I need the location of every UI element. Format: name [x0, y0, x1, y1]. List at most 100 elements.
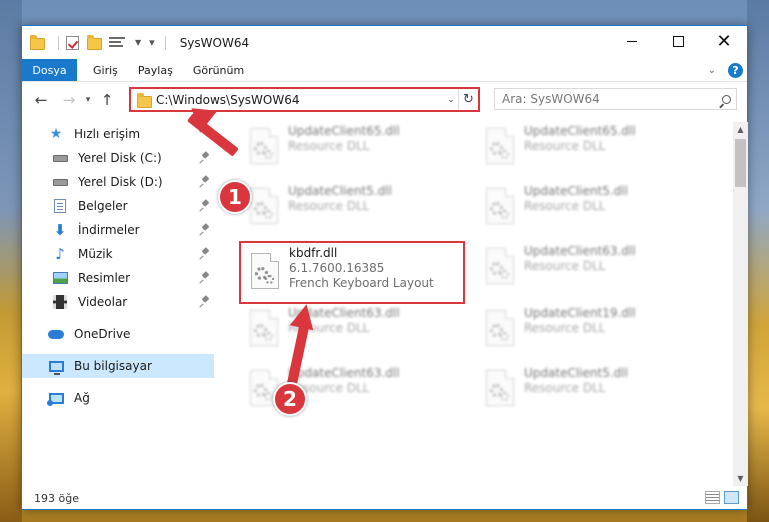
- sidebar-item-music[interactable]: ♪ Müzik: [22, 242, 214, 266]
- documents-icon: [52, 198, 68, 214]
- pin-icon[interactable]: [200, 248, 210, 260]
- file-description: Resource DLL: [288, 139, 370, 153]
- tab-share[interactable]: Paylaş: [128, 59, 183, 81]
- folder-icon: [30, 34, 46, 51]
- quick-access-toolbar: ▼ ▾: [22, 26, 159, 59]
- explorer-window: ▼ ▾ SysWOW64 ✕ Dosya Giriş Paylaş Görünü…: [21, 25, 748, 510]
- step-2-badge: 2: [273, 382, 307, 416]
- file-description: French Keyboard Layout: [289, 276, 434, 290]
- sidebar-item-local-disk-c[interactable]: Yerel Disk (C:): [22, 146, 214, 170]
- dll-file-icon: [484, 128, 518, 172]
- desktop-background-left: [0, 0, 22, 522]
- file-item-kbdfr[interactable]: kbdfr.dll 6.1.7600.16385 French Keyboard…: [239, 241, 465, 304]
- properties-icon[interactable]: [109, 35, 125, 51]
- file-description: Resource DLL: [524, 199, 606, 213]
- file-item[interactable]: UpdateClient63.dll Resource DLL: [240, 304, 466, 364]
- file-item[interactable]: UpdateClient5.dll Resource DLL: [476, 182, 702, 242]
- scroll-down-icon[interactable]: ▼: [733, 471, 748, 486]
- recent-locations-icon[interactable]: ▾: [80, 89, 96, 111]
- sidebar-item-documents[interactable]: Belgeler: [22, 194, 214, 218]
- sidebar-item-pictures[interactable]: Resimler: [22, 266, 214, 290]
- sidebar-item-label: Videolar: [78, 295, 128, 309]
- maximize-button[interactable]: [655, 26, 701, 57]
- navigation-bar: ← → ▾ ↑ C:\Windows\SysWOW64 ⌄ ↻ Ara: Sys…: [22, 85, 747, 115]
- tab-view[interactable]: Görünüm: [183, 59, 254, 81]
- window-title: SysWOW64: [179, 35, 250, 50]
- tab-file[interactable]: Dosya: [22, 59, 77, 81]
- properties-check-icon[interactable]: [65, 35, 81, 51]
- toolbar-separator: [58, 35, 59, 50]
- downloads-icon: ⬇: [53, 221, 67, 239]
- vertical-scrollbar[interactable]: ▲ ▼: [733, 122, 748, 486]
- search-icon[interactable]: [716, 94, 736, 104]
- file-description: Resource DLL: [524, 259, 606, 273]
- file-name: UpdateClient65.dll: [524, 124, 636, 138]
- expand-ribbon-icon[interactable]: ⌄: [708, 65, 716, 76]
- pin-icon[interactable]: [200, 272, 210, 284]
- file-description: Resource DLL: [288, 199, 370, 213]
- pin-icon[interactable]: [200, 176, 210, 188]
- item-count: 193 öğe: [34, 491, 79, 505]
- sidebar-item-label: Yerel Disk (D:): [78, 175, 163, 189]
- sidebar-item-label: İndirmeler: [78, 223, 140, 237]
- onedrive-cloud-icon: [48, 326, 64, 342]
- file-version: 6.1.7600.16385: [289, 261, 385, 275]
- sidebar-item-onedrive[interactable]: OneDrive: [22, 322, 214, 346]
- help-button[interactable]: ?: [728, 62, 743, 78]
- details-view-icon[interactable]: [705, 491, 720, 504]
- file-name: UpdateClient5.dll: [524, 366, 628, 380]
- sidebar-item-this-pc[interactable]: Bu bilgisayar: [22, 354, 214, 378]
- file-item[interactable]: UpdateClient65.dll Resource DLL: [476, 122, 702, 182]
- folder-icon: [137, 92, 152, 108]
- scroll-up-icon[interactable]: ▲: [733, 122, 748, 137]
- file-item[interactable]: UpdateClient63.dll Resource DLL: [476, 242, 702, 302]
- file-name: UpdateClient65.dll: [288, 124, 400, 138]
- up-button[interactable]: ↑: [96, 89, 118, 111]
- music-icon: ♪: [55, 245, 65, 263]
- file-item[interactable]: UpdateClient5.dll Resource DLL: [240, 182, 466, 242]
- pin-icon[interactable]: [200, 224, 210, 236]
- search-input[interactable]: Ara: SysWOW64: [502, 92, 716, 106]
- search-box[interactable]: Ara: SysWOW64: [494, 88, 737, 110]
- forward-button[interactable]: →: [58, 89, 80, 111]
- sidebar-item-downloads[interactable]: ⬇ İndirmeler: [22, 218, 214, 242]
- new-folder-icon[interactable]: [87, 34, 103, 51]
- file-description: Resource DLL: [524, 139, 606, 153]
- refresh-icon[interactable]: ↻: [458, 89, 478, 110]
- title-bar: ▼ ▾ SysWOW64 ✕: [22, 26, 747, 59]
- hard-drive-icon: [52, 174, 68, 190]
- star-icon: ★: [49, 126, 63, 142]
- sidebar-item-quick-access[interactable]: ★ Hızlı erişim: [22, 122, 214, 146]
- pin-icon[interactable]: [200, 152, 210, 164]
- sidebar-item-videos[interactable]: Videolar: [22, 290, 214, 314]
- back-button[interactable]: ←: [30, 89, 52, 111]
- large-icons-view-icon[interactable]: [724, 491, 739, 504]
- sidebar-item-label: Müzik: [78, 247, 113, 261]
- sidebar-item-label: OneDrive: [74, 327, 131, 341]
- sidebar-item-label: Yerel Disk (C:): [78, 151, 162, 165]
- tab-home[interactable]: Giriş: [77, 59, 128, 81]
- sidebar-item-local-disk-d[interactable]: Yerel Disk (D:): [22, 170, 214, 194]
- pin-icon[interactable]: [200, 296, 210, 308]
- file-name: UpdateClient5.dll: [288, 184, 392, 198]
- address-bar[interactable]: C:\Windows\SysWOW64 ⌄ ↻: [129, 87, 480, 112]
- qa-customize-icon[interactable]: ▾: [149, 36, 155, 49]
- title-separator: [164, 35, 166, 50]
- sidebar-item-label: Ağ: [74, 391, 90, 405]
- address-dropdown-icon[interactable]: ⌄: [444, 95, 458, 105]
- file-name: kbdfr.dll: [289, 246, 338, 260]
- file-item[interactable]: UpdateClient65.dll Resource DLL: [240, 122, 466, 182]
- qa-dropdown-icon[interactable]: ▼: [135, 38, 141, 47]
- minimize-button[interactable]: [609, 26, 655, 57]
- dll-file-icon: [484, 248, 518, 292]
- file-item[interactable]: UpdateClient5.dll Resource DLL: [476, 364, 702, 424]
- scroll-thumb[interactable]: [735, 139, 746, 187]
- step-1-badge: 1: [218, 180, 252, 214]
- file-item[interactable]: UpdateClient19.dll Resource DLL: [476, 304, 702, 364]
- sidebar-item-network[interactable]: Ağ: [22, 386, 214, 410]
- sidebar-item-label: Belgeler: [78, 199, 128, 213]
- pin-icon[interactable]: [200, 200, 210, 212]
- close-button[interactable]: ✕: [701, 26, 747, 57]
- ribbon-right: ⌄ ?: [708, 59, 747, 81]
- dll-file-icon: [249, 253, 283, 297]
